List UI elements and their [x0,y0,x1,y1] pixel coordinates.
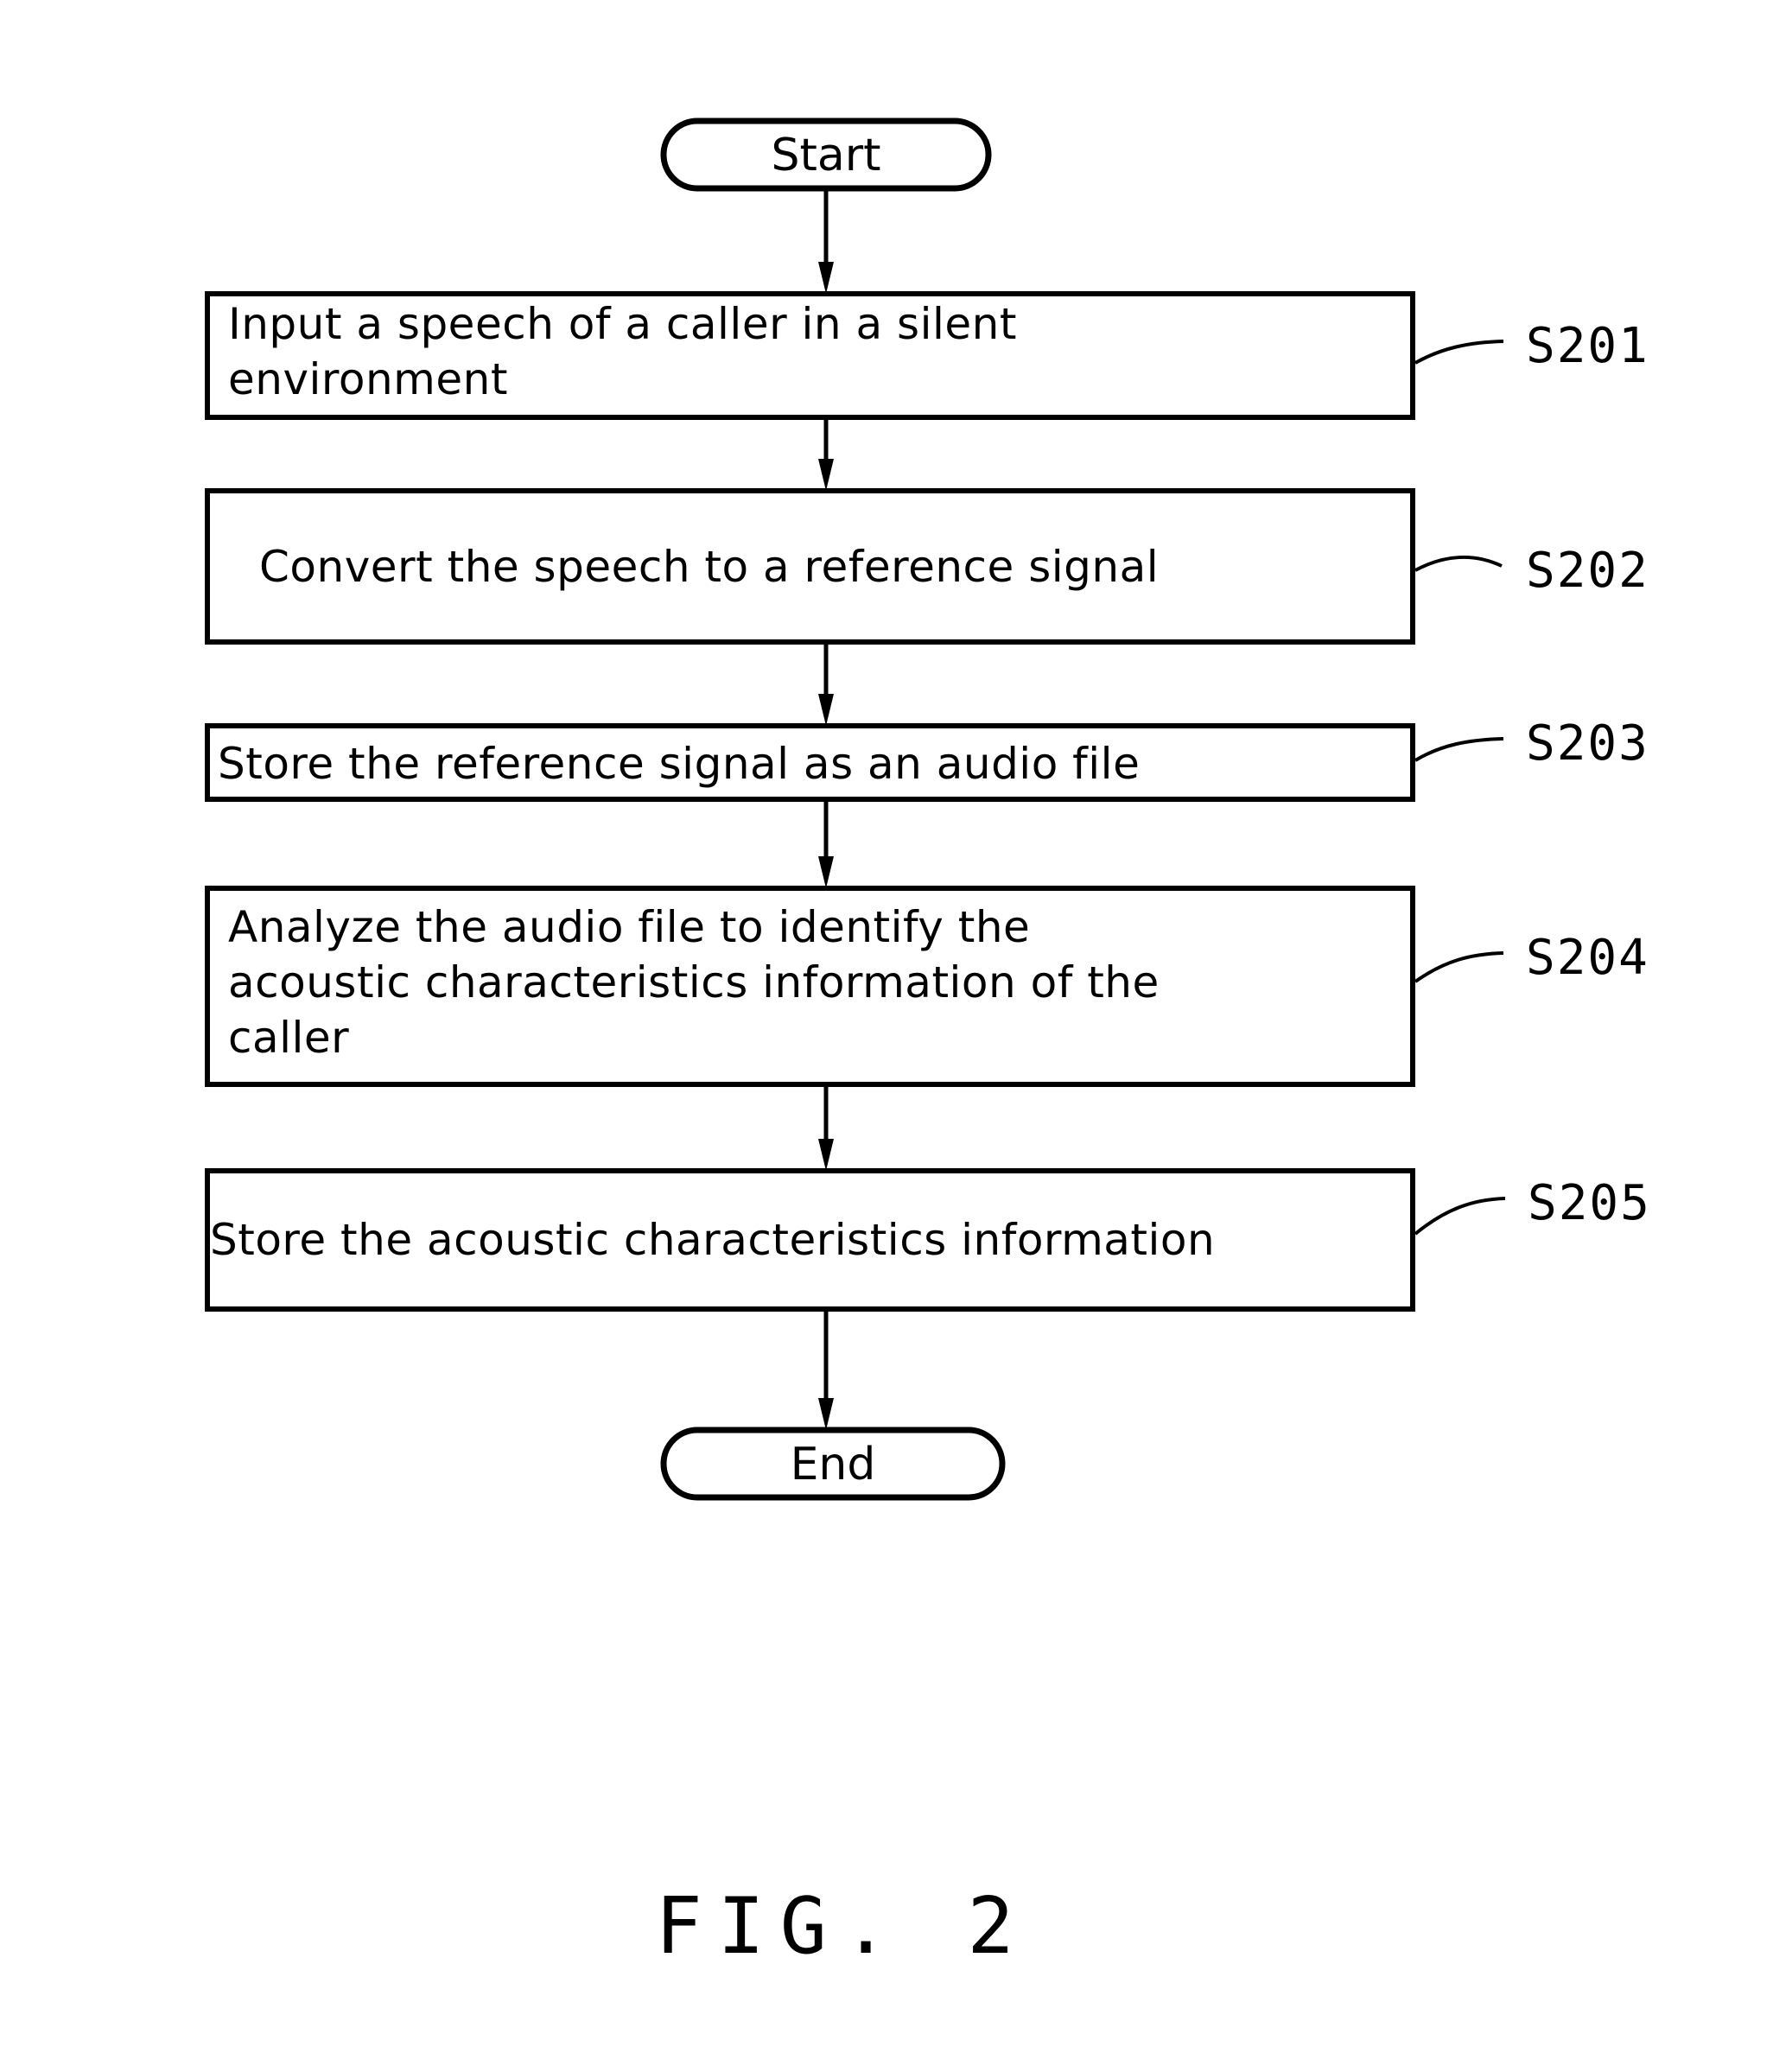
process-box-s204-line-1: Analyze the audio file to identify the [228,902,1030,952]
connector-s204-to-s205 [818,1084,834,1171]
process-box-s201: Input a speech of a caller in a silent e… [205,291,1415,420]
process-box-s202: Convert the speech to a reference signal [205,488,1415,645]
leader-line-s203 [1414,737,1504,762]
figure-caption: FIG. 2 [655,1881,1029,1972]
leader-line-s201 [1414,340,1504,365]
step-label-s203: S203 [1414,715,1649,772]
process-box-s202-line-1: Convert the speech to a reference signal [259,542,1159,592]
arrow-head-icon [818,262,834,294]
step-label-s202-text: S202 [1526,543,1649,599]
connector-start-to-s201 [818,188,834,294]
arrow-head-icon [818,694,834,726]
leader-line-s205 [1414,1197,1506,1236]
arrow-head-icon [818,1398,834,1430]
process-box-s204-line-3: caller [228,1013,349,1063]
arrow-head-icon [818,459,834,491]
process-box-s204-line-2: acoustic characteristics information of … [228,957,1160,1007]
step-label-s201-text: S201 [1526,318,1649,374]
process-box-s205-line-1: Store the acoustic characteristics infor… [210,1215,1215,1265]
start-terminal-label: Start [771,130,880,181]
arrow-head-icon [818,856,834,888]
process-box-s201-line-2: environment [228,354,508,404]
process-box-s203: Store the reference signal as an audio f… [205,723,1415,802]
process-box-s201-line-1: Input a speech of a caller in a silent [228,299,1017,349]
step-label-s204-text: S204 [1526,930,1649,986]
arrow-head-icon [818,1139,834,1171]
end-terminal: End [660,1427,1006,1501]
step-label-s203-text: S203 [1526,715,1649,772]
leader-line-s202 [1414,555,1503,572]
step-label-s201: S201 [1414,318,1649,374]
step-label-s205: S205 [1414,1175,1651,1236]
step-label-s204: S204 [1414,930,1649,986]
connector-s203-to-s204 [818,799,834,888]
process-box-s204: Analyze the audio file to identify the a… [205,886,1415,1087]
end-terminal-label: End [791,1439,876,1490]
flowchart-canvas: Start Input a speech of a caller in a si… [205,118,1651,1972]
connector-s205-to-end [818,1309,834,1430]
step-label-s205-text: S205 [1528,1175,1651,1231]
start-terminal: Start [660,118,992,192]
leader-line-s204 [1414,951,1504,983]
connector-s201-to-s202 [818,417,834,491]
connector-s202-to-s203 [818,642,834,726]
process-box-s205: Store the acoustic characteristics infor… [205,1168,1415,1312]
process-box-s203-line-1: Store the reference signal as an audio f… [218,739,1140,789]
figure-root: Start Input a speech of a caller in a si… [0,0,1773,2072]
step-label-s202: S202 [1414,543,1649,599]
